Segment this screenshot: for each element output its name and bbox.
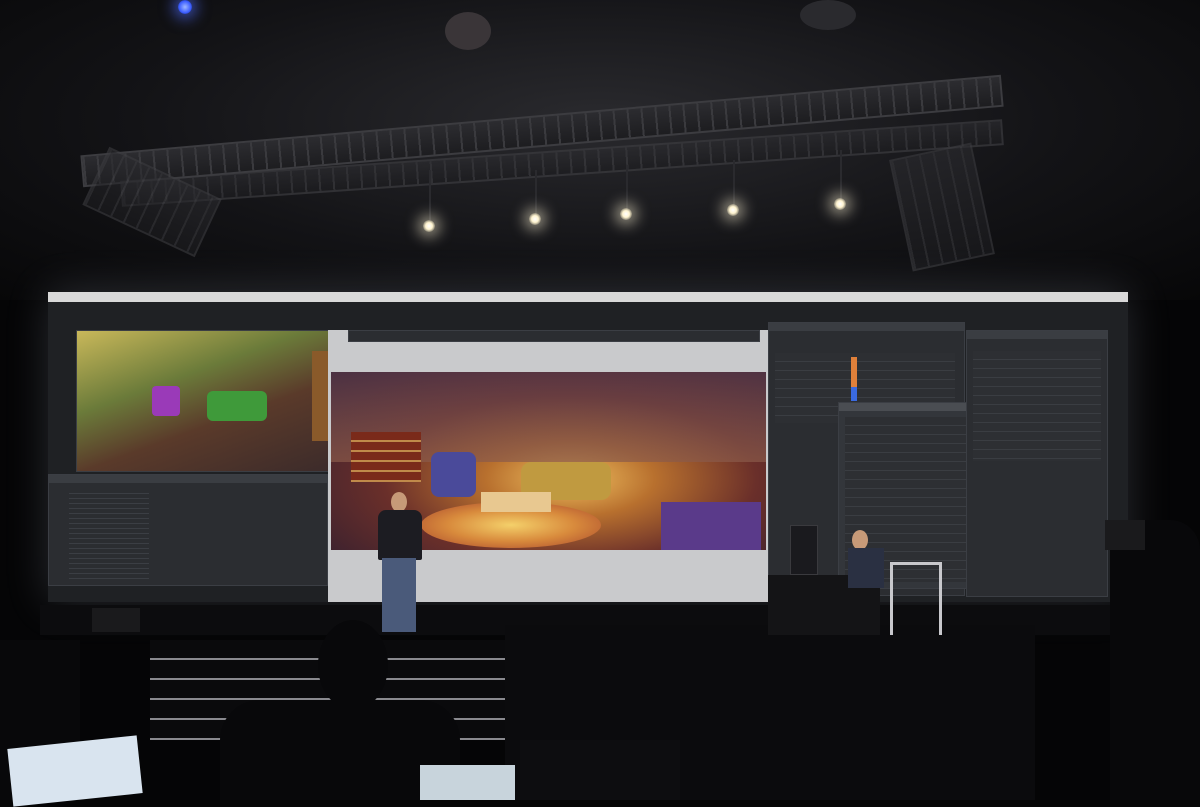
presenter-legs [382,558,416,632]
spotlight [529,213,541,225]
audience-member-head [318,620,388,710]
audience-laptop-screen-center [420,765,515,800]
blue-light [178,0,192,14]
ceiling-fixture [445,12,491,50]
ceiling-fixture [800,0,856,30]
color-swatch-blue [851,387,857,401]
light-hanger [535,170,537,215]
shader-dialog-header [839,403,974,411]
stage-monitor-speaker [92,608,140,632]
viewport-panel [76,330,346,472]
spotlight [423,220,435,232]
viewport-chair [152,386,180,416]
render-purple-rug [661,502,761,550]
light-hanger [840,150,842,200]
audience-seats [520,740,680,800]
spotlight [834,198,846,210]
projection-screen [48,292,1128,602]
color-swatch-orange [851,357,857,387]
presenter-head [391,492,407,512]
camera-operator [1110,520,1200,800]
attributes-rows [973,351,1101,461]
render-coffee-table [481,492,551,512]
attributes-header [967,331,1107,339]
outliner-panel [48,474,328,586]
audience-laptop-screen [7,735,143,807]
video-camera [1105,520,1145,550]
light-hanger [733,160,735,205]
spotlight [620,208,632,220]
outliner-tree [69,489,149,579]
attributes-panel [966,330,1108,597]
render-toolbar [348,330,760,342]
light-hanger [626,165,628,210]
render-armchair [431,452,476,497]
render-bookshelf [351,432,421,482]
operator-head [852,530,868,550]
app-title-bar [48,292,1128,302]
desk-monitor [790,525,818,575]
layers-header [769,323,964,331]
operator-body [848,548,884,588]
spotlight [727,204,739,216]
viewport-sofa [207,391,267,421]
outliner-header [49,475,327,483]
light-hanger [429,170,431,220]
presenter-body [378,510,422,560]
operator-chair [890,562,942,635]
